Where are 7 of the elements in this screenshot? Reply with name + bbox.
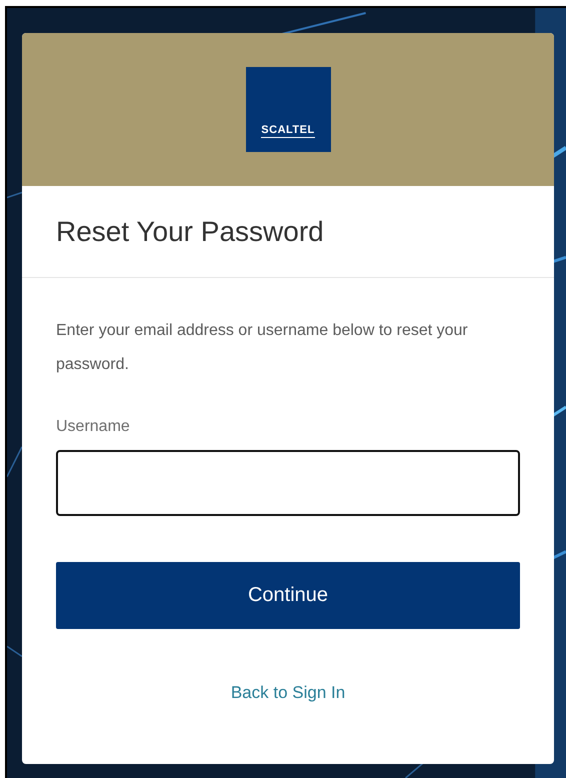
- username-label: Username: [56, 418, 130, 436]
- continue-button[interactable]: Continue: [56, 562, 520, 629]
- page-title: Reset Your Password: [56, 216, 324, 248]
- instructions-text: Enter your email address or username below to reset your password.: [56, 321, 469, 375]
- back-to-sign-in-link[interactable]: Back to Sign In: [230, 683, 346, 703]
- logo-text: SCALTEL: [261, 124, 315, 138]
- username-field[interactable]: [56, 450, 520, 516]
